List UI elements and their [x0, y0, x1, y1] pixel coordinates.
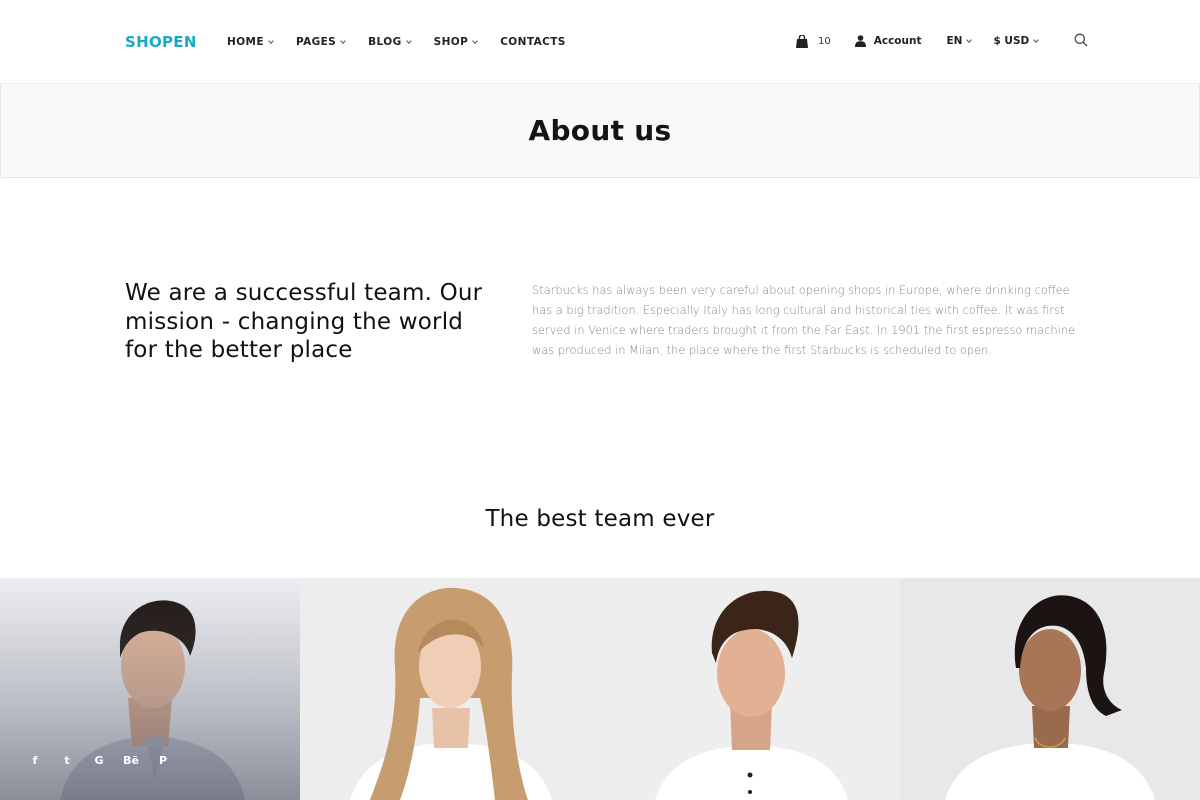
- member-social-links: f t G Bē P: [27, 754, 171, 767]
- team-member-card[interactable]: [300, 578, 600, 800]
- search-icon: [1074, 33, 1088, 47]
- mission-heading: We are a successful team. Our mission - …: [125, 280, 483, 363]
- chevron-down-icon: [472, 37, 479, 44]
- nav-item-label: BLOG: [368, 36, 402, 48]
- behance-icon[interactable]: Bē: [123, 754, 139, 767]
- nav-item-label: HOME: [227, 36, 264, 48]
- chevron-down-icon: [1033, 36, 1040, 43]
- chevron-down-icon: [268, 37, 274, 44]
- nav-item-contacts[interactable]: CONTACTS: [500, 36, 566, 48]
- chevron-down-icon: [405, 37, 412, 44]
- member-photo: [900, 578, 1200, 800]
- main-nav: HOME PAGES BLOG SHOP CONTACTS: [227, 36, 566, 48]
- chevron-down-icon: [340, 37, 346, 44]
- nav-item-label: CONTACTS: [500, 36, 566, 48]
- chevron-down-icon: [966, 36, 973, 43]
- team-grid: f t G Bē P: [0, 578, 1200, 800]
- cart-icon: [796, 34, 808, 48]
- team-member-card[interactable]: [900, 578, 1200, 800]
- nav-item-shop[interactable]: SHOP: [433, 36, 479, 48]
- nav-item-home[interactable]: HOME: [227, 36, 274, 48]
- google-icon[interactable]: G: [91, 754, 107, 767]
- team-member-card[interactable]: [600, 578, 900, 800]
- language-select[interactable]: EN: [946, 35, 973, 47]
- team-member-card[interactable]: f t G Bē P: [0, 578, 300, 800]
- brand-logo[interactable]: SHOPEN: [125, 33, 197, 51]
- cart-button[interactable]: 10: [795, 34, 831, 48]
- nav-item-pages[interactable]: PAGES: [295, 36, 346, 48]
- site-header: SHOPEN HOME PAGES BLOG SHOP CONTACTS 10 …: [0, 0, 1200, 84]
- member-photo: [600, 578, 900, 800]
- currency-value: $ USD: [993, 35, 1030, 47]
- nav-item-label: PAGES: [295, 36, 337, 48]
- mission-text: Starbucks has always been very careful a…: [532, 283, 1075, 357]
- nav-item-blog[interactable]: BLOG: [368, 36, 412, 48]
- member-photo: [300, 578, 600, 800]
- pinterest-icon[interactable]: P: [155, 754, 171, 767]
- account-button[interactable]: Account: [854, 35, 922, 47]
- nav-item-label: SHOP: [433, 36, 469, 48]
- language-value: EN: [946, 35, 963, 47]
- facebook-icon[interactable]: f: [27, 754, 43, 767]
- twitter-icon[interactable]: t: [59, 754, 75, 767]
- user-icon: [854, 35, 866, 47]
- team-title: The best team ever: [485, 506, 715, 532]
- page-title: About us: [528, 114, 672, 147]
- search-button[interactable]: [1074, 32, 1090, 48]
- currency-select[interactable]: $ USD: [993, 35, 1040, 47]
- header-tools: 10 Account EN $ USD: [795, 32, 1090, 48]
- account-label: Account: [873, 35, 922, 47]
- cart-count: 10: [818, 35, 831, 47]
- page-title-band: About us: [0, 84, 1200, 178]
